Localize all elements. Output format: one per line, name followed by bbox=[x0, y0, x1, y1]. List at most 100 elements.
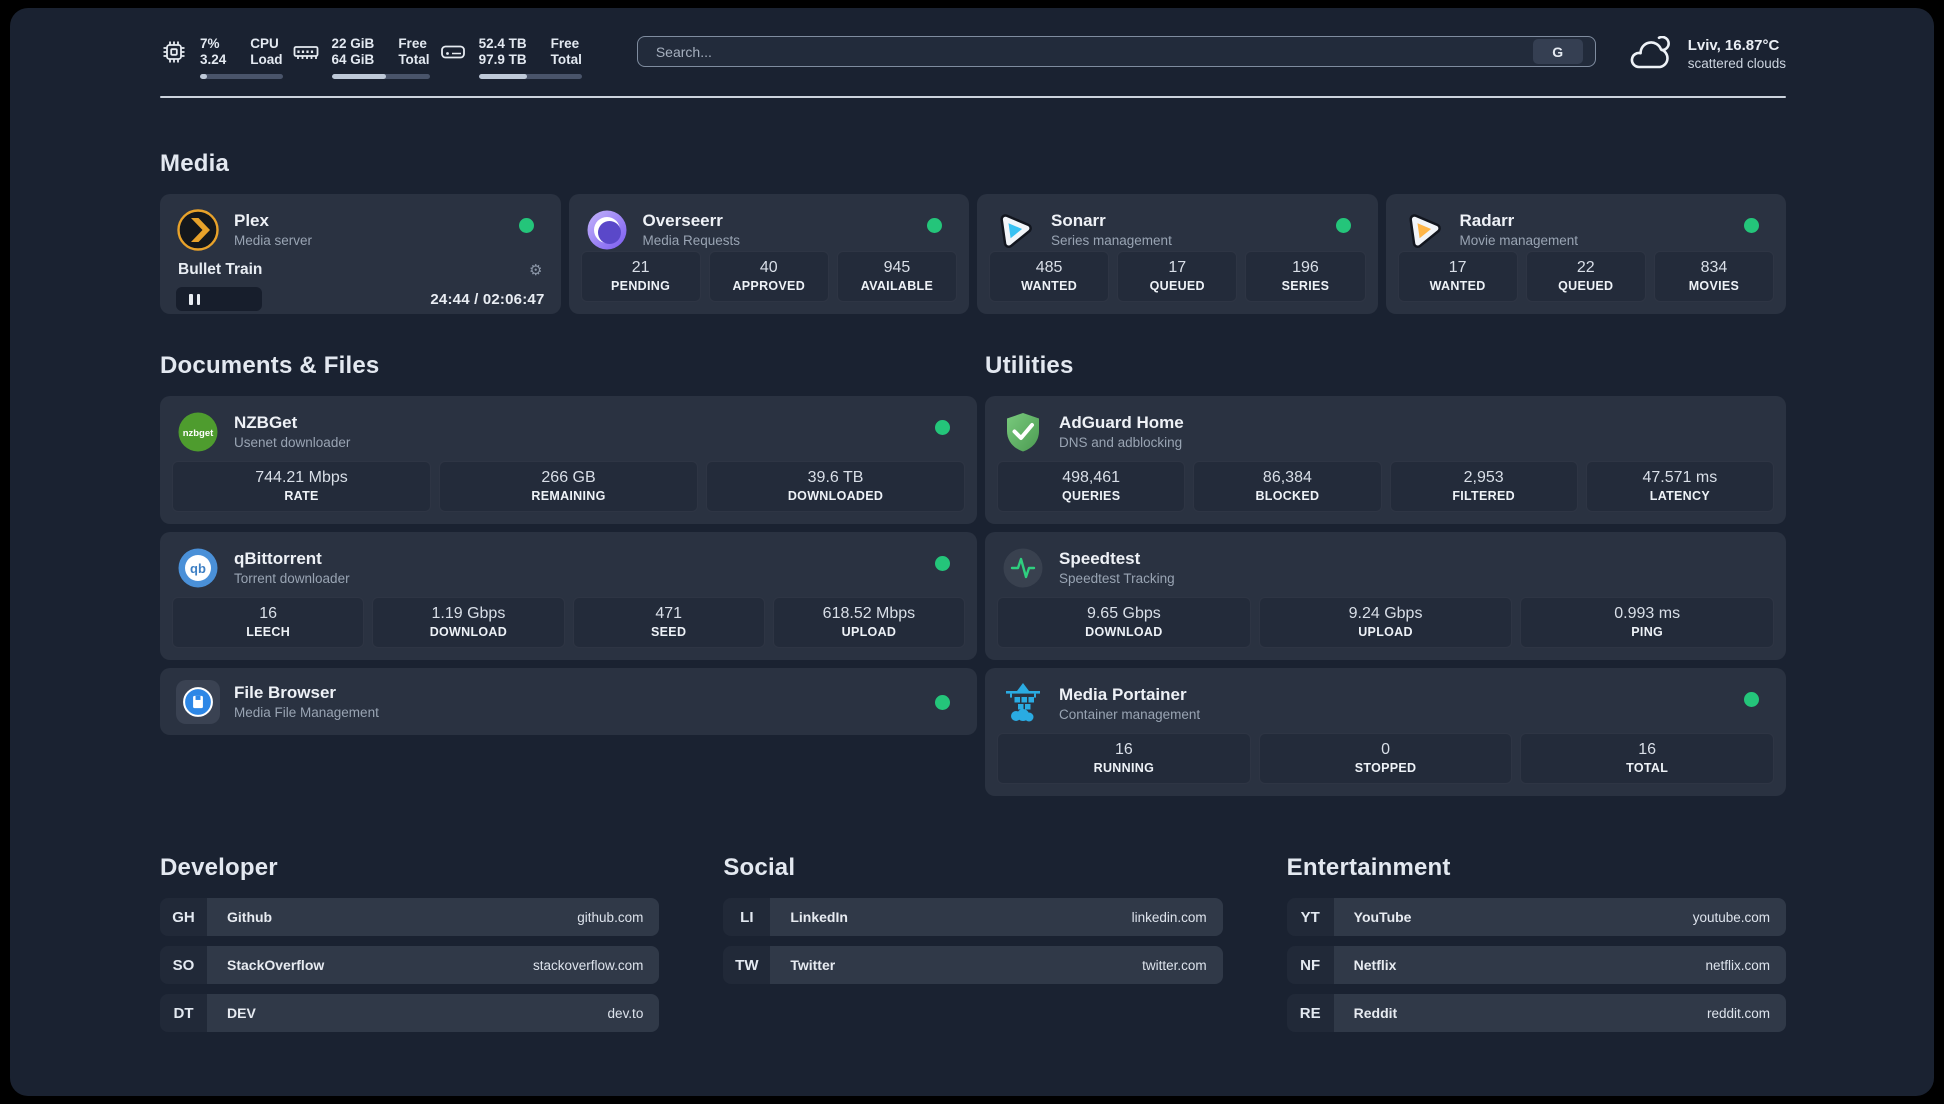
stat-value: 17 bbox=[1168, 259, 1187, 276]
link-name: StackOverflow bbox=[227, 957, 325, 973]
link-row-youtube[interactable]: YT YouTube youtube.com bbox=[1286, 898, 1786, 936]
link-name: Netflix bbox=[1353, 957, 1397, 973]
link-row-stackoverflow[interactable]: SO StackOverflow stackoverflow.com bbox=[160, 946, 660, 984]
filebrowser-icon bbox=[176, 679, 220, 724]
cpu-progress-bar bbox=[200, 74, 283, 79]
section-title-docs: Documents & Files bbox=[160, 352, 380, 379]
link-abbr: SO bbox=[160, 946, 207, 984]
stat-value: 2,953 bbox=[1463, 469, 1504, 486]
app-subtitle: Media server bbox=[234, 233, 313, 248]
link-row-dev[interactable]: DT DEV dev.to bbox=[160, 994, 660, 1032]
stat-label: LEECH bbox=[246, 625, 291, 639]
search-engine-button[interactable]: G bbox=[1532, 39, 1583, 64]
search-input[interactable] bbox=[636, 36, 1596, 67]
link-name: YouTube bbox=[1353, 909, 1412, 925]
link-url: github.com bbox=[577, 909, 644, 925]
now-playing-title: Bullet Train bbox=[178, 261, 263, 278]
link-row-linkedin[interactable]: LI LinkedIn linkedin.com bbox=[723, 898, 1223, 936]
app-title: AdGuard Home bbox=[1059, 413, 1184, 432]
disk-total-value: 97.9 TB bbox=[478, 52, 527, 67]
link-url: twitter.com bbox=[1142, 957, 1207, 973]
app-card-qbittorrent[interactable]: qb qBittorrent Torrent downloader 16 LEE… bbox=[160, 532, 978, 660]
section-title-social: Social bbox=[723, 854, 796, 881]
weather-widget: Lviv, 16.87°C scattered clouds bbox=[1626, 36, 1786, 74]
qbittorrent-icon: qb bbox=[178, 548, 218, 588]
link-name: Reddit bbox=[1353, 1005, 1398, 1021]
link-row-netflix[interactable]: NF Netflix netflix.com bbox=[1286, 946, 1786, 984]
app-card-plex[interactable]: Plex Media server Bullet Train ⚙ 24:44 /… bbox=[160, 194, 561, 314]
stat-tile: 2,953 FILTERED bbox=[1389, 461, 1578, 512]
link-row-github[interactable]: GH Github github.com bbox=[160, 898, 660, 936]
link-name: DEV bbox=[227, 1005, 256, 1021]
app-title: Sonarr bbox=[1051, 211, 1106, 230]
app-card-overseerr[interactable]: Overseerr Media Requests 21 PENDING 40 A… bbox=[568, 194, 969, 314]
link-url: linkedin.com bbox=[1131, 909, 1207, 925]
stat-label: DOWNLOADED bbox=[787, 489, 884, 503]
link-row-reddit[interactable]: RE Reddit reddit.com bbox=[1286, 994, 1786, 1032]
app-subtitle: Media Requests bbox=[642, 233, 741, 248]
dashboard-panel: 7% 3.24 CPU Load 22 GiB 64 GiB Free Tota… bbox=[10, 8, 1934, 1096]
stat-tile: 618.52 Mbps UPLOAD bbox=[772, 597, 966, 648]
status-dot bbox=[1744, 692, 1759, 707]
link-abbr: RE bbox=[1286, 994, 1334, 1032]
app-card-portainer[interactable]: Media Portainer Container management 16 … bbox=[985, 668, 1786, 796]
stat-label: PING bbox=[1631, 625, 1664, 639]
app-subtitle: Media File Management bbox=[234, 704, 379, 720]
stat-value: 744.21 Mbps bbox=[255, 469, 348, 486]
social-section: Social LI LinkedIn linkedin.com TW Twitt… bbox=[723, 854, 1223, 1032]
stat-label: UPLOAD bbox=[1358, 625, 1413, 639]
stat-value: 16 bbox=[1114, 741, 1133, 758]
link-abbr: NF bbox=[1286, 946, 1334, 984]
documents-column: Documents & Files nzbget NZBGet Usenet d… bbox=[160, 352, 978, 796]
settings-icon[interactable]: ⚙ bbox=[529, 262, 542, 278]
status-dot bbox=[935, 420, 951, 435]
link-name: Github bbox=[227, 909, 273, 925]
stat-label: FILTERED bbox=[1452, 489, 1515, 503]
stat-tile: 834 MOVIES bbox=[1653, 251, 1775, 302]
stat-tile: 17 WANTED bbox=[1397, 251, 1518, 302]
stat-value: 39.6 TB bbox=[807, 469, 864, 486]
cpu-label: CPU bbox=[250, 36, 279, 51]
link-url: stackoverflow.com bbox=[533, 957, 644, 973]
app-title: Overseerr bbox=[642, 211, 723, 230]
clouds-icon bbox=[1630, 36, 1670, 69]
stat-tile: 471 SEED bbox=[572, 597, 765, 648]
status-dot bbox=[1335, 218, 1351, 233]
cpu-percent: 7% bbox=[200, 36, 220, 51]
section-title-media: Media bbox=[160, 150, 230, 177]
disk-free-value: 52.4 TB bbox=[478, 36, 527, 51]
link-row-twitter[interactable]: TW Twitter twitter.com bbox=[723, 946, 1223, 984]
status-dot bbox=[927, 218, 942, 233]
link-url: reddit.com bbox=[1706, 1005, 1770, 1021]
header-divider bbox=[160, 96, 1786, 98]
pause-button[interactable] bbox=[176, 287, 262, 311]
stat-label: APPROVED bbox=[732, 279, 806, 293]
stat-value: 16 bbox=[259, 605, 278, 622]
app-card-sonarr[interactable]: Sonarr Series management 485 WANTED 17 Q… bbox=[977, 194, 1378, 314]
svg-text:qb: qb bbox=[190, 561, 206, 576]
stat-value: 196 bbox=[1292, 259, 1319, 276]
stat-label: DOWNLOAD bbox=[429, 625, 508, 639]
app-title: Media Portainer bbox=[1059, 685, 1187, 704]
app-card-filebrowser[interactable]: File Browser Media File Management bbox=[160, 668, 978, 735]
stat-label: DOWNLOAD bbox=[1085, 625, 1163, 639]
stat-value: 834 bbox=[1700, 259, 1728, 276]
app-card-radarr[interactable]: Radarr Movie management 17 WANTED 22 QUE… bbox=[1385, 194, 1786, 314]
stat-label: PENDING bbox=[611, 279, 671, 293]
app-card-nzbget[interactable]: nzbget NZBGet Usenet downloader 744.21 M… bbox=[160, 396, 978, 524]
disk-widget: 52.4 TB 97.9 TB Free Total bbox=[439, 36, 582, 79]
app-card-adguard[interactable]: AdGuard Home DNS and adblocking 498,461 … bbox=[985, 396, 1786, 524]
stat-label: WANTED bbox=[1429, 279, 1486, 293]
stat-value: 9.65 Gbps bbox=[1086, 605, 1161, 622]
stat-label: UPLOAD bbox=[841, 625, 897, 639]
ram-total-value: 64 GiB bbox=[331, 52, 375, 67]
section-title-entertainment: Entertainment bbox=[1286, 854, 1451, 881]
app-card-speedtest[interactable]: Speedtest Speedtest Tracking 9.65 Gbps D… bbox=[985, 532, 1786, 660]
stat-tile: 22 QUEUED bbox=[1525, 251, 1646, 302]
top-bar: 7% 3.24 CPU Load 22 GiB 64 GiB Free Tota… bbox=[160, 36, 1786, 79]
cpu-load-label: Load bbox=[250, 52, 283, 67]
stat-label: BLOCKED bbox=[1255, 489, 1320, 503]
stat-tile: 17 QUEUED bbox=[1117, 251, 1238, 302]
weather-location-temp: Lviv, 16.87°C bbox=[1687, 37, 1780, 54]
disk-total-label: Total bbox=[550, 52, 582, 67]
